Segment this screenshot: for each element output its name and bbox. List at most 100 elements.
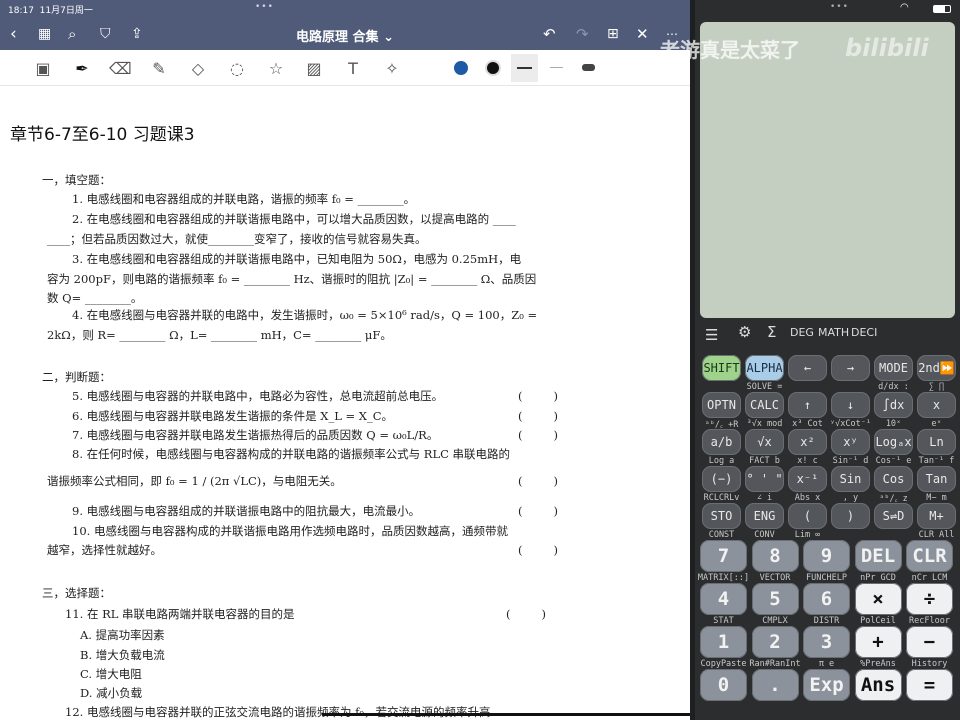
key-0[interactable]: 0 xyxy=(700,669,747,701)
key-log-x[interactable]: Logₐx xyxy=(874,429,913,455)
sigma-icon[interactable]: Σ xyxy=(767,323,776,341)
key-shift-label: Cos⁻¹ e xyxy=(875,456,912,466)
pen-icon[interactable]: ✒ xyxy=(71,58,93,80)
key-alpha[interactable]: ALPHA xyxy=(745,355,784,381)
key-exp[interactable]: Exp xyxy=(803,669,850,701)
shapes-icon[interactable]: ◇ xyxy=(187,58,209,80)
sticker-icon[interactable]: ☆ xyxy=(265,58,287,80)
stroke-bold-option[interactable] xyxy=(582,64,595,71)
key-1[interactable]: 1 xyxy=(700,626,747,658)
section-heading: 二，判断题： xyxy=(42,370,111,384)
eraser-icon[interactable]: ⌫ xyxy=(109,58,132,80)
question-line: 2. 在电感线圈和电容器组成的并联谐振电路中，可以增大品质因数，以提高电路的 _… xyxy=(72,212,516,226)
key-multiply[interactable]: × xyxy=(854,583,902,615)
key-shift-label: eˣ xyxy=(931,419,942,429)
key-9[interactable]: 9 xyxy=(803,540,850,572)
status-bar: 18:17 11月7日周一 xyxy=(8,3,93,16)
question-line: 谐振频率公式相同，即 f₀ = 1 / (2π √LC)，与电阻无关。 xyxy=(47,474,342,488)
paren: ) xyxy=(553,543,559,557)
key-shift-label: nPr GCD xyxy=(860,573,896,583)
key-shift[interactable]: SHIFT xyxy=(702,355,741,381)
text-icon[interactable]: T xyxy=(342,58,364,80)
key-sym[interactable]: ← xyxy=(788,355,827,381)
key-shift-label: CONV xyxy=(754,530,775,540)
key-s-d[interactable]: S⇌D xyxy=(874,503,913,529)
input-mode[interactable]: MATH xyxy=(818,326,849,339)
paren: ( xyxy=(518,409,523,423)
key-sto[interactable]: STO xyxy=(702,503,741,529)
lasso-icon[interactable]: ◌ xyxy=(226,58,248,80)
key-2[interactable]: 2 xyxy=(751,626,799,658)
laser-pointer-icon[interactable]: ✧ xyxy=(381,58,403,80)
key-minus[interactable]: − xyxy=(906,626,953,658)
key-x[interactable]: x² xyxy=(788,429,827,455)
key-x[interactable]: xʸ xyxy=(831,429,870,455)
settings-gear-icon[interactable]: ⚙ xyxy=(738,323,751,341)
highlighter-icon[interactable]: ✎ xyxy=(148,58,170,80)
stroke-thick-option[interactable] xyxy=(511,54,538,82)
key-shift-label: , y xyxy=(842,493,859,503)
undo-icon[interactable]: ↶ xyxy=(543,24,556,44)
key-ans[interactable]: Ans xyxy=(854,669,902,701)
battery-icon xyxy=(933,5,951,13)
key-equals[interactable]: = xyxy=(906,669,953,701)
key-plus[interactable]: + xyxy=(854,626,902,658)
color-blue-swatch[interactable] xyxy=(454,61,468,75)
close-icon[interactable]: ✕ xyxy=(636,24,649,44)
add-page-icon[interactable]: ⊞ xyxy=(607,24,619,44)
key-optn[interactable]: OPTN xyxy=(702,392,741,418)
key-decimal[interactable]: . xyxy=(751,669,799,701)
key-shift-label: CLR All xyxy=(918,530,955,540)
key-4[interactable]: 4 xyxy=(700,583,747,615)
key-shift-label: x! c xyxy=(797,456,818,466)
key-sym[interactable]: ° ' " xyxy=(745,466,784,492)
key-eng[interactable]: ENG xyxy=(745,503,784,529)
key-shift-label: %PreAns xyxy=(860,659,896,669)
key-mode[interactable]: MODE xyxy=(874,355,913,381)
key-3[interactable]: 3 xyxy=(803,626,850,658)
answer-paren: () xyxy=(518,428,558,442)
key-x[interactable]: √x xyxy=(745,429,784,455)
key-clr[interactable]: CLR xyxy=(906,540,953,572)
multitask-dots-icon[interactable]: ••• xyxy=(255,2,274,12)
key-6[interactable]: 6 xyxy=(803,583,850,615)
stroke-thin-option[interactable] xyxy=(550,67,563,68)
image-icon[interactable]: ▨ xyxy=(303,58,325,80)
key-sym[interactable]: ) xyxy=(831,503,870,529)
key-sym[interactable]: ↑ xyxy=(788,392,827,418)
key-calc[interactable]: CALC xyxy=(745,392,784,418)
key-x[interactable]: x⁻¹ xyxy=(788,466,827,492)
key-sym[interactable]: (−) xyxy=(702,466,741,492)
key-sym[interactable]: ↓ xyxy=(831,392,870,418)
key-shift-label: VECTOR xyxy=(759,573,791,583)
key-sym[interactable]: → xyxy=(831,355,870,381)
key-divide[interactable]: ÷ xyxy=(906,583,953,615)
key-sym[interactable]: ( xyxy=(788,503,827,529)
key-7[interactable]: 7 xyxy=(700,540,747,572)
key-ln[interactable]: Ln xyxy=(917,429,956,455)
key-2nd[interactable]: 2nd⏩ xyxy=(917,355,956,381)
output-mode[interactable]: DECI xyxy=(851,326,877,339)
key-sin[interactable]: Sin xyxy=(831,466,870,492)
key-8[interactable]: 8 xyxy=(751,540,799,572)
question-line: 4. 在电感线圈与电容器并联的电路中，发生谐振时，ω₀ = 5×10⁶ rad/… xyxy=(72,308,538,322)
multitask-dots-icon[interactable]: ••• xyxy=(830,2,849,12)
angle-mode[interactable]: DEG xyxy=(790,326,814,339)
key-m[interactable]: M+ xyxy=(917,503,956,529)
key-x[interactable]: x xyxy=(917,392,956,418)
key-cos[interactable]: Cos xyxy=(874,466,913,492)
key-tan[interactable]: Tan xyxy=(917,466,956,492)
zoom-lens-icon[interactable]: ▣ xyxy=(32,58,54,80)
redo-icon[interactable]: ↷ xyxy=(576,24,589,44)
paren: ( xyxy=(518,389,523,403)
color-black-swatch[interactable] xyxy=(485,60,501,76)
question-line: 11. 在 RL 串联电路两端并联电容器的目的是 xyxy=(65,607,295,621)
answer-paren: () xyxy=(518,409,558,423)
paren: ( xyxy=(518,428,523,442)
key-dx[interactable]: ∫dx xyxy=(874,392,913,418)
key-5[interactable]: 5 xyxy=(751,583,799,615)
menu-icon[interactable]: ☰ xyxy=(705,326,718,344)
key-del[interactable]: DEL xyxy=(854,540,902,572)
key-a-b[interactable]: a/b xyxy=(702,429,741,455)
question-line: 5. 电感线圈与电容器的并联电路中，电路必为容性，总电流超前总电压。 xyxy=(72,389,444,403)
